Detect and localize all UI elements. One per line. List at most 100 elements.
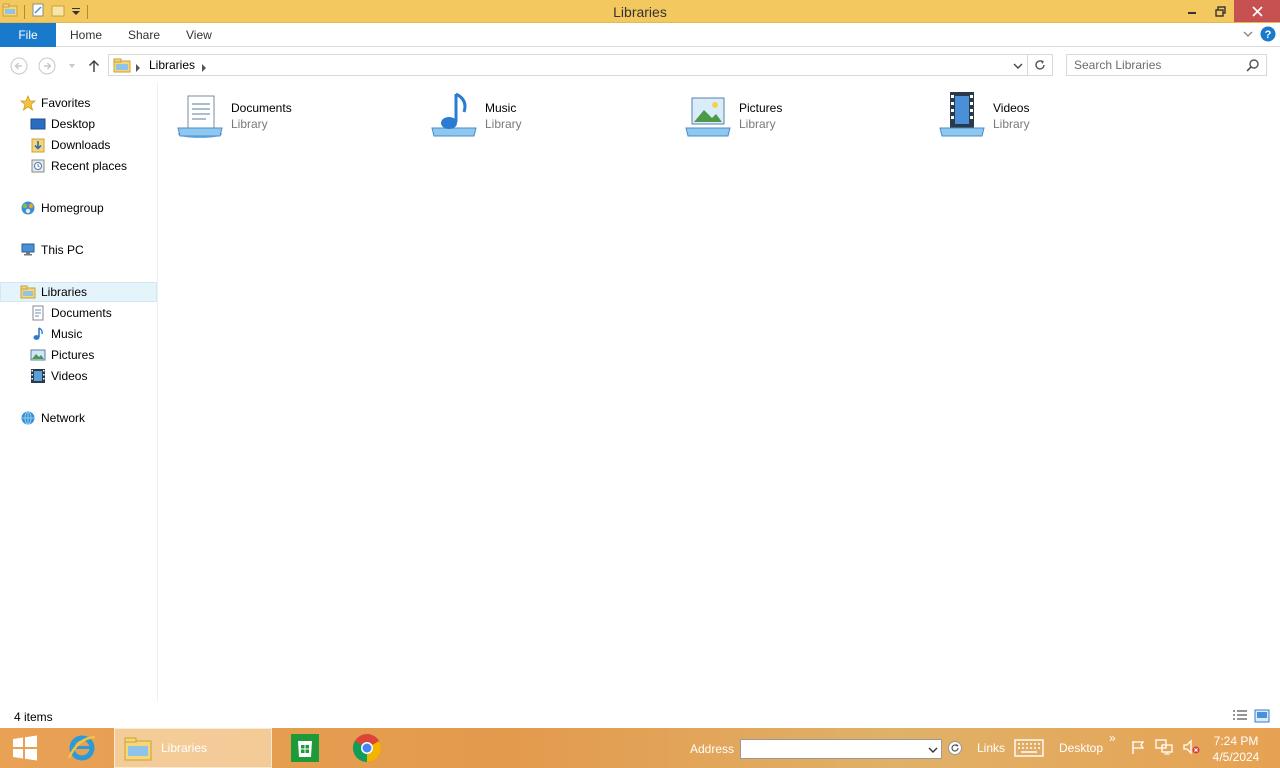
system-clock[interactable]: 7:24 PM 4/5/2024 bbox=[1210, 733, 1262, 765]
forward-arrow-icon bbox=[38, 57, 56, 75]
clock-date: 4/5/2024 bbox=[1212, 750, 1260, 764]
nav-pictures[interactable]: Pictures bbox=[0, 345, 157, 365]
search-box[interactable] bbox=[1066, 54, 1267, 76]
nav-music[interactable]: Music bbox=[0, 324, 157, 344]
library-tile-pictures[interactable]: Pictures Library bbox=[668, 88, 918, 144]
toolbar-overflow-button[interactable]: » bbox=[1109, 718, 1116, 758]
action-center-flag-icon[interactable] bbox=[1130, 739, 1146, 758]
pictures-library-icon bbox=[684, 90, 734, 140]
minimize-button[interactable] bbox=[1178, 0, 1206, 22]
nav-libraries[interactable]: Libraries bbox=[0, 282, 157, 302]
chevron-down-icon bbox=[69, 64, 75, 68]
music-library-icon bbox=[430, 90, 480, 140]
nav-label: This PC bbox=[41, 243, 84, 257]
touch-keyboard-button[interactable] bbox=[1014, 728, 1044, 768]
address-history-dropdown-icon[interactable] bbox=[1013, 60, 1023, 74]
nav-desktop[interactable]: Desktop bbox=[0, 114, 157, 134]
status-bar: 4 items bbox=[0, 706, 1280, 728]
taskbar-libraries-window[interactable]: Libraries bbox=[114, 728, 272, 768]
restore-button[interactable] bbox=[1206, 0, 1234, 22]
recent-locations-button[interactable] bbox=[62, 56, 82, 76]
forward-button[interactable] bbox=[37, 56, 57, 76]
taskbar-chrome[interactable] bbox=[346, 728, 388, 768]
toolbar-overflow-chevron: » bbox=[1109, 731, 1116, 745]
tile-type: Library bbox=[231, 117, 268, 131]
tab-home[interactable]: Home bbox=[70, 23, 102, 47]
notification-area bbox=[1130, 728, 1200, 768]
search-icon[interactable] bbox=[1246, 58, 1260, 75]
view-switcher bbox=[1232, 709, 1270, 726]
film-strip-icon bbox=[30, 368, 46, 384]
address-bar[interactable]: Libraries bbox=[108, 54, 1028, 76]
start-button[interactable] bbox=[4, 728, 46, 768]
navigation-bar: Libraries bbox=[0, 47, 1280, 82]
window-controls bbox=[1178, 0, 1280, 22]
details-view-icon[interactable] bbox=[1232, 709, 1248, 726]
ribbon-tabs: File Home Share View ? bbox=[0, 23, 1280, 47]
tab-share[interactable]: Share bbox=[128, 23, 160, 47]
nav-this-pc[interactable]: This PC bbox=[0, 240, 157, 260]
taskbar-address-input[interactable] bbox=[740, 739, 943, 759]
breadcrumb-libraries[interactable]: Libraries bbox=[149, 58, 195, 72]
go-refresh-icon[interactable] bbox=[948, 740, 963, 758]
breadcrumb-chevron-icon[interactable] bbox=[201, 61, 207, 75]
content-pane[interactable]: Documents Library Music Library Pictures… bbox=[160, 82, 1280, 702]
help-icon[interactable]: ? bbox=[1260, 26, 1276, 45]
back-button[interactable] bbox=[9, 56, 29, 76]
nav-recent-places[interactable]: Recent places bbox=[0, 156, 157, 176]
taskbar-store[interactable] bbox=[284, 728, 326, 768]
tab-file[interactable]: File bbox=[0, 23, 56, 47]
nav-label: Downloads bbox=[51, 138, 111, 152]
item-count: 4 items bbox=[14, 710, 53, 724]
nav-label: Videos bbox=[51, 369, 88, 383]
desktop-icon bbox=[30, 116, 46, 132]
address-toolbar: Address bbox=[690, 739, 963, 759]
chevron-down-icon[interactable] bbox=[928, 744, 938, 758]
nav-favorites[interactable]: Favorites bbox=[0, 93, 157, 113]
nav-label: Music bbox=[51, 327, 83, 341]
refresh-button[interactable] bbox=[1028, 54, 1053, 76]
library-tile-videos[interactable]: Videos Library bbox=[922, 88, 1172, 144]
nav-downloads[interactable]: Downloads bbox=[0, 135, 157, 155]
libraries-icon bbox=[113, 57, 131, 76]
restore-icon bbox=[1214, 5, 1226, 17]
title-bar[interactable]: Libraries bbox=[0, 0, 1280, 23]
nav-label: Libraries bbox=[41, 285, 88, 299]
svg-text:?: ? bbox=[1265, 29, 1272, 41]
expand-ribbon-chevron-icon[interactable] bbox=[1242, 28, 1254, 43]
network-status-icon[interactable] bbox=[1155, 738, 1173, 758]
taskbar-internet-explorer[interactable] bbox=[60, 728, 104, 768]
desktop-toolbar[interactable]: Desktop bbox=[1059, 728, 1103, 768]
library-tile-music[interactable]: Music Library bbox=[414, 88, 664, 144]
nav-label: Network bbox=[41, 411, 86, 425]
links-toolbar[interactable]: Links bbox=[977, 728, 1005, 768]
desktop-toolbar-label: Desktop bbox=[1059, 741, 1104, 755]
up-button[interactable] bbox=[84, 56, 104, 76]
tile-name: Documents bbox=[231, 101, 292, 115]
tab-view[interactable]: View bbox=[186, 23, 212, 47]
large-icons-view-icon[interactable] bbox=[1254, 709, 1270, 726]
library-tile-documents[interactable]: Documents Library bbox=[160, 88, 410, 144]
libraries-icon bbox=[124, 737, 152, 761]
nav-label: Homegroup bbox=[41, 201, 104, 215]
windows-logo-icon bbox=[13, 735, 37, 761]
this-pc-icon bbox=[20, 242, 36, 258]
nav-homegroup[interactable]: Homegroup bbox=[0, 198, 157, 218]
window-title: Libraries bbox=[613, 4, 667, 20]
search-input[interactable] bbox=[1067, 55, 1237, 75]
tile-type: Library bbox=[739, 117, 776, 131]
nav-network[interactable]: Network bbox=[0, 408, 157, 428]
downloads-folder-icon bbox=[30, 137, 46, 153]
breadcrumb-separator-icon[interactable] bbox=[135, 61, 141, 75]
tile-name: Pictures bbox=[739, 101, 783, 115]
taskbar: Libraries Address Links Desktop » 7:24 P… bbox=[0, 728, 1280, 768]
taskbar-window-label: Libraries bbox=[161, 741, 208, 755]
nav-documents[interactable]: Documents bbox=[0, 303, 157, 323]
navigation-pane[interactable]: Favorites Desktop Downloads Recent place… bbox=[0, 82, 158, 702]
volume-muted-icon[interactable] bbox=[1182, 738, 1200, 758]
nav-videos[interactable]: Videos bbox=[0, 366, 157, 386]
documents-library-icon bbox=[176, 90, 226, 140]
close-button[interactable] bbox=[1234, 0, 1280, 22]
libraries-icon bbox=[20, 284, 36, 300]
minimize-icon bbox=[1188, 12, 1196, 14]
